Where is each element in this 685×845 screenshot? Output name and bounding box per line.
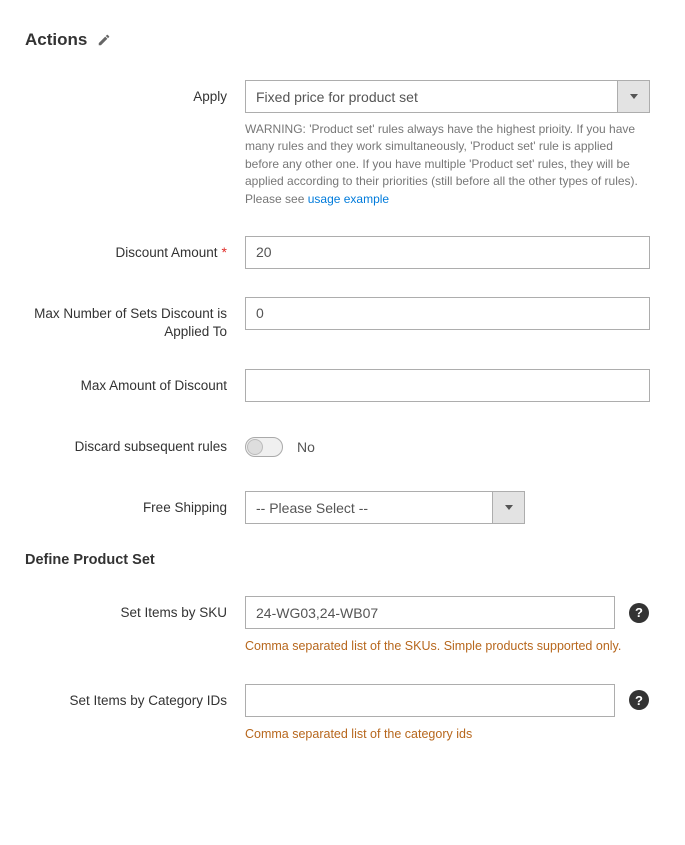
field-discount-amount: Discount Amount * [25, 236, 660, 269]
category-ids-note: Comma separated list of the category ids [245, 725, 650, 743]
field-max-amount: Max Amount of Discount [25, 369, 660, 402]
field-max-sets: Max Number of Sets Discount is Applied T… [25, 297, 660, 341]
free-shipping-label: Free Shipping [143, 499, 227, 517]
discard-toggle[interactable] [245, 437, 283, 457]
field-apply: Apply Fixed price for product set WARNIN… [25, 80, 660, 208]
usage-example-link[interactable]: usage example [308, 192, 389, 206]
max-amount-input[interactable] [245, 369, 650, 402]
subsection-title: Define Product Set [25, 552, 660, 568]
discount-amount-input[interactable] [245, 236, 650, 269]
category-ids-label: Set Items by Category IDs [69, 692, 227, 710]
sku-label: Set Items by SKU [120, 604, 227, 622]
apply-warning-text: WARNING: 'Product set' rules always have… [245, 122, 638, 188]
apply-warning: WARNING: 'Product set' rules always have… [245, 121, 650, 208]
field-category-ids: Set Items by Category IDs ? Comma separa… [25, 684, 660, 743]
max-sets-label: Max Number of Sets Discount is Applied T… [25, 305, 227, 341]
section-header[interactable]: Actions [25, 30, 660, 50]
free-shipping-select[interactable]: -- Please Select -- [245, 491, 525, 524]
help-icon[interactable]: ? [629, 603, 649, 623]
help-icon[interactable]: ? [629, 690, 649, 710]
edit-icon [97, 33, 111, 47]
required-mark: * [222, 244, 227, 260]
apply-label: Apply [193, 88, 227, 106]
toggle-knob [247, 439, 263, 455]
field-free-shipping: Free Shipping -- Please Select -- [25, 491, 660, 524]
sku-note: Comma separated list of the SKUs. Simple… [245, 637, 650, 655]
field-discard: Discard subsequent rules No [25, 430, 660, 463]
discard-label: Discard subsequent rules [75, 438, 227, 456]
discount-amount-label: Discount Amount [115, 244, 217, 262]
chevron-down-icon [492, 491, 525, 524]
section-title: Actions [25, 30, 87, 50]
max-amount-label: Max Amount of Discount [81, 377, 227, 395]
field-sku: Set Items by SKU ? Comma separated list … [25, 596, 660, 655]
free-shipping-select-value: -- Please Select -- [245, 491, 525, 524]
chevron-down-icon [617, 80, 650, 113]
max-sets-input[interactable] [245, 297, 650, 330]
apply-select[interactable]: Fixed price for product set [245, 80, 650, 113]
discard-value-label: No [297, 439, 315, 455]
apply-warning-see: Please see [245, 192, 308, 206]
apply-select-value: Fixed price for product set [245, 80, 650, 113]
sku-input[interactable] [245, 596, 615, 629]
category-ids-input[interactable] [245, 684, 615, 717]
